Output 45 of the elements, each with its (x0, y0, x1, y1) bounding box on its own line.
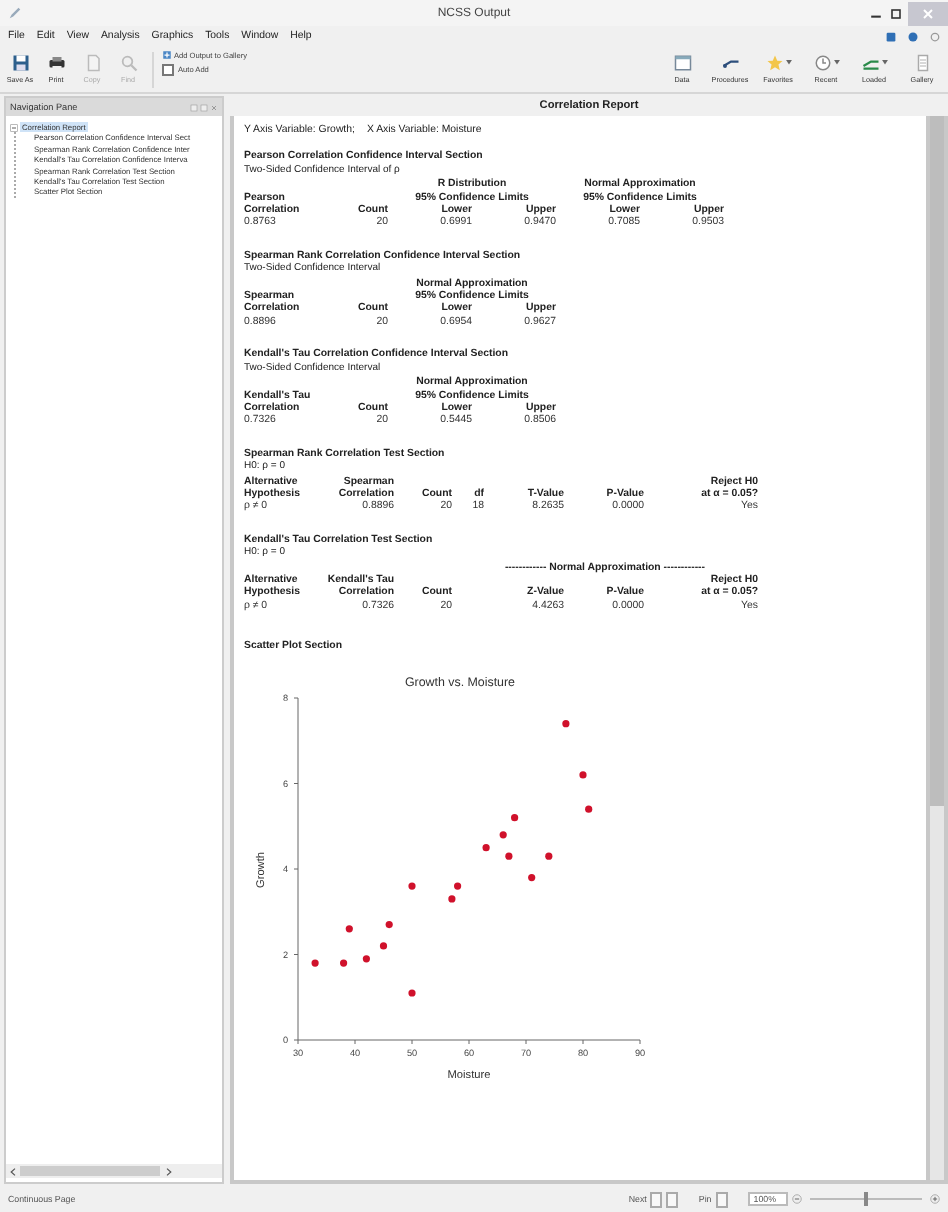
data-point (499, 830, 507, 838)
data-point (528, 873, 536, 881)
data-point (408, 881, 416, 889)
search-icon (119, 54, 137, 72)
data-point (511, 813, 519, 821)
pen-icon (8, 6, 22, 20)
clock-icon (813, 54, 831, 72)
previous-button[interactable] (650, 1191, 663, 1207)
collapse-toggle-icon[interactable] (10, 123, 18, 132)
scroll-left-icon[interactable] (10, 1167, 16, 1175)
data-point (448, 894, 456, 902)
data-point (579, 770, 587, 778)
data-point (345, 924, 353, 932)
help-icon[interactable] (908, 31, 918, 41)
data-point (545, 851, 553, 859)
horizontal-scrollbar[interactable] (6, 1164, 222, 1178)
document-icon (913, 54, 931, 72)
plus-icon (162, 50, 172, 60)
vertical-scrollbar[interactable] (930, 116, 944, 1180)
line-chart-icon (721, 54, 739, 72)
data-point (385, 920, 393, 928)
window-icon[interactable] (886, 31, 896, 41)
data-point (340, 958, 348, 966)
data-point (408, 988, 416, 996)
page-icon (83, 54, 101, 72)
printer-icon (47, 54, 65, 72)
next-button[interactable] (666, 1191, 679, 1207)
data-point (505, 851, 513, 859)
data-point (562, 719, 570, 727)
zoom-in-icon[interactable] (930, 1194, 940, 1204)
data-point (454, 881, 462, 889)
scroll-right-icon[interactable] (166, 1167, 172, 1175)
zoom-out-icon[interactable] (792, 1194, 802, 1204)
data-point (482, 843, 490, 851)
checkbox-icon[interactable] (162, 64, 174, 76)
data-point (585, 804, 593, 812)
line-chart-icon (861, 54, 879, 72)
window-icon (673, 54, 691, 72)
pin-button[interactable] (715, 1191, 728, 1207)
data-point (362, 954, 370, 962)
star-icon (765, 54, 783, 72)
maximize-icon[interactable] (888, 5, 904, 21)
close-icon[interactable] (210, 103, 218, 111)
options-icon[interactable] (930, 31, 940, 41)
data-point (379, 941, 388, 949)
